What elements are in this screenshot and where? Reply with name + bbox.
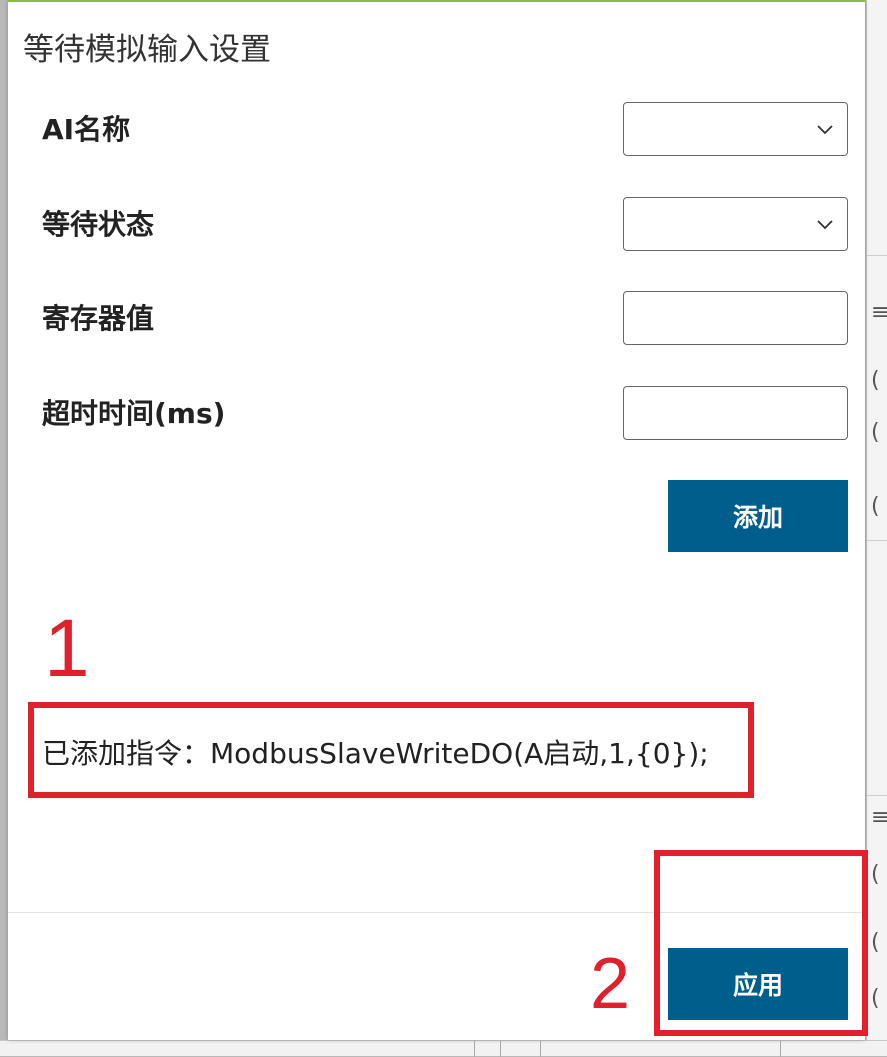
ai-name-label: AI名称 [42, 113, 131, 146]
form-row-register-value: 寄存器值 [8, 291, 865, 345]
apply-button[interactable]: 应用 [668, 948, 848, 1020]
background-glyph: ≡ [871, 300, 887, 325]
background-glyph: ( [871, 930, 880, 955]
dialog-title: 等待模拟输入设置 [23, 32, 271, 68]
background-divider [500, 1041, 501, 1057]
background-glyph: ( [871, 420, 880, 445]
background-glyph: ≡ [871, 805, 887, 830]
chevron-down-icon [817, 125, 833, 135]
background-glyph: ( [871, 368, 880, 393]
background-divider [867, 255, 887, 256]
chevron-down-icon [817, 220, 833, 230]
background-divider [780, 1041, 781, 1057]
ai-name-select[interactable] [623, 102, 848, 156]
add-button[interactable]: 添加 [668, 480, 848, 552]
wait-state-label: 等待状态 [42, 208, 155, 241]
added-command-text: 已添加指令：ModbusSlaveWriteDO(A启动,1,{0}); [42, 737, 709, 770]
form-row-wait-state: 等待状态 [8, 197, 865, 251]
background-glyph: ( [871, 986, 880, 1011]
background-divider [867, 795, 887, 796]
background-window: ≡ ( ( ( ≡ ( ( ( [866, 0, 887, 1056]
background-glyph: ( [871, 862, 880, 887]
timeout-input[interactable] [623, 386, 848, 440]
wait-state-select[interactable] [623, 197, 848, 251]
register-value-label: 寄存器值 [42, 302, 155, 335]
background-divider [474, 1041, 475, 1057]
register-value-input[interactable] [623, 291, 848, 345]
background-glyph: ( [871, 494, 880, 519]
annotation-marker-1: 1 [44, 603, 90, 694]
form-row-ai-name: AI名称 [8, 102, 865, 156]
annotation-marker-2: 2 [590, 944, 631, 1024]
background-divider [867, 540, 887, 541]
background-table-edge [0, 1040, 887, 1057]
wait-analog-input-dialog: 等待模拟输入设置 AI名称 等待状态 寄存器值 超时时间(ms) 添加 1 已添… [8, 0, 868, 1040]
form-row-timeout: 超时时间(ms) [8, 386, 865, 440]
background-divider [540, 1041, 541, 1057]
timeout-label: 超时时间(ms) [42, 397, 226, 430]
